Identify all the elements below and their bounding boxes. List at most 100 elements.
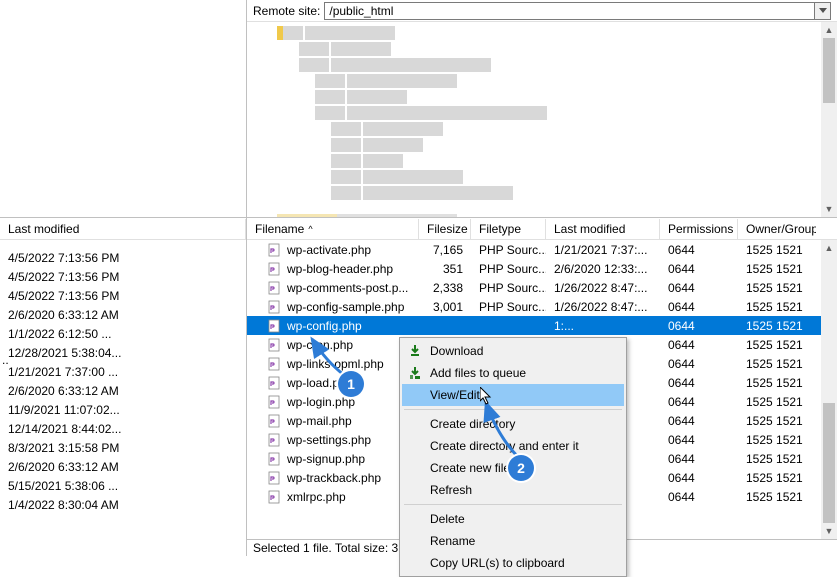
remote-list-header: Filename^ Filesize Filetype Last modifie… bbox=[247, 218, 837, 240]
perm-cell: 0644 bbox=[660, 299, 738, 315]
php-file-icon bbox=[267, 261, 283, 277]
php-file-icon bbox=[267, 413, 283, 429]
menu-item-label: Copy URL(s) to clipboard bbox=[430, 556, 565, 570]
local-list-header[interactable]: Last modified bbox=[0, 218, 246, 240]
type-cell: PHP Sourc... bbox=[471, 280, 546, 296]
list-item[interactable]: 2/6/2020 6:33:12 AM bbox=[0, 381, 246, 400]
own-cell: 1525 1521 bbox=[738, 451, 816, 467]
menu-item-download[interactable]: Download bbox=[402, 340, 624, 362]
size-cell: 2,338 bbox=[419, 280, 471, 296]
menu-item-rename[interactable]: Rename bbox=[402, 530, 624, 552]
own-cell: 1525 1521 bbox=[738, 413, 816, 429]
perm-cell: 0644 bbox=[660, 356, 738, 372]
scroll-up-arrow[interactable]: ▲ bbox=[821, 22, 837, 38]
perm-cell: 0644 bbox=[660, 470, 738, 486]
filename-cell: wp-signup.php bbox=[287, 452, 365, 466]
list-item[interactable]: 1/1/2022 6:12:50 ... bbox=[0, 324, 246, 343]
callout-2: 2 bbox=[508, 455, 534, 481]
type-cell: PHP Sourc... bbox=[471, 299, 546, 315]
remote-path-input[interactable]: /public_html bbox=[324, 2, 815, 20]
date-cell: 4/5/2022 7:13:56 PM bbox=[0, 250, 246, 266]
mod-cell: 1/21/2021 7:37:... bbox=[546, 242, 660, 258]
menu-item-label: Refresh bbox=[430, 483, 472, 497]
list-item[interactable]: 12/28/2021 5:38:04... bbox=[0, 343, 246, 362]
col-permissions[interactable]: Permissions bbox=[660, 219, 738, 239]
own-cell: 1525 1521 bbox=[738, 432, 816, 448]
menu-item-label: Add files to queue bbox=[430, 366, 526, 380]
perm-cell: 0644 bbox=[660, 337, 738, 353]
perm-cell: 0644 bbox=[660, 413, 738, 429]
php-file-icon bbox=[267, 375, 283, 391]
type-cell: PHP Sourc... bbox=[471, 261, 546, 277]
list-scrollbar[interactable]: ▲ ▼ bbox=[821, 240, 837, 539]
perm-cell: 0644 bbox=[660, 451, 738, 467]
php-file-icon bbox=[267, 280, 283, 296]
table-row[interactable]: wp-activate.php7,165PHP Sourc...1/21/202… bbox=[247, 240, 837, 259]
list-item[interactable]: 4/5/2022 7:13:56 PM bbox=[0, 267, 246, 286]
php-file-icon bbox=[267, 242, 283, 258]
list-item[interactable]: 12/14/2021 8:44:02... bbox=[0, 419, 246, 438]
own-cell: 1525 1521 bbox=[738, 261, 816, 277]
col-filesize[interactable]: Filesize bbox=[419, 219, 471, 239]
list-item[interactable]: 2/6/2020 6:33:12 AM bbox=[0, 305, 246, 324]
menu-item-delete[interactable]: Delete bbox=[402, 508, 624, 530]
php-file-icon bbox=[267, 318, 283, 334]
filename-cell: wp-activate.php bbox=[287, 243, 371, 257]
col-owner-group[interactable]: Owner/Group bbox=[738, 219, 816, 239]
list-item[interactable]: 4/5/2022 7:13:56 PM bbox=[0, 248, 246, 267]
list-item[interactable]: 2/6/2020 6:33:12 AM bbox=[0, 457, 246, 476]
list-item[interactable]: 11/9/2021 11:07:02... bbox=[0, 400, 246, 419]
filename-cell: wp-mail.php bbox=[287, 414, 352, 428]
list-item[interactable]: 4/5/2022 7:13:56 PM bbox=[0, 286, 246, 305]
perm-cell: 0644 bbox=[660, 261, 738, 277]
local-list-body[interactable]: 4/5/2022 7:13:56 PM4/5/2022 7:13:56 PM4/… bbox=[0, 240, 246, 556]
list-item[interactable]: 1/21/2021 7:37:00 ... bbox=[0, 362, 246, 381]
scroll-up-arrow[interactable]: ▲ bbox=[821, 240, 837, 256]
own-cell: 1525 1521 bbox=[738, 356, 816, 372]
own-cell: 1525 1521 bbox=[738, 470, 816, 486]
remote-tree-area[interactable]: ▲ ▼ bbox=[247, 22, 837, 217]
date-cell: 12/14/2021 8:44:02... bbox=[0, 421, 246, 437]
menu-item-copy-url-s-to-clipboard[interactable]: Copy URL(s) to clipboard bbox=[402, 552, 624, 574]
col-last-modified[interactable]: Last modified bbox=[546, 219, 660, 239]
date-cell: 2/6/2020 6:33:12 AM bbox=[0, 383, 246, 399]
col-filetype[interactable]: Filetype bbox=[471, 219, 546, 239]
php-file-icon bbox=[267, 299, 283, 315]
scroll-down-arrow[interactable]: ▼ bbox=[821, 201, 837, 217]
menu-item-refresh[interactable]: Refresh bbox=[402, 479, 624, 501]
type-cell: PHP Sourc... bbox=[471, 242, 546, 258]
filename-cell: wp-trackback.php bbox=[287, 471, 381, 485]
col-last-modified[interactable]: Last modified bbox=[0, 219, 246, 239]
list-item[interactable]: 5/15/2021 5:38:06 ... bbox=[0, 476, 246, 495]
mod-cell: 1/26/2022 8:47:... bbox=[546, 299, 660, 315]
menu-item-add-files-to-queue[interactable]: Add files to queue bbox=[402, 362, 624, 384]
tree-scrollbar[interactable]: ▲ ▼ bbox=[821, 22, 837, 217]
table-row[interactable]: wp-config-sample.php 3,001PHP Sourc...1/2… bbox=[247, 297, 837, 316]
filename-cell: wp-config-sample.php bbox=[287, 300, 404, 314]
filename-cell: wp-comments-post.p... bbox=[287, 281, 408, 295]
remote-site-bar: Remote site: /public_html bbox=[247, 0, 837, 22]
size-cell: 351 bbox=[419, 261, 471, 277]
scroll-down-arrow[interactable]: ▼ bbox=[821, 523, 837, 539]
perm-cell: 0644 bbox=[660, 489, 738, 505]
date-cell: 1/1/2022 6:12:50 ... bbox=[0, 326, 246, 342]
download-icon bbox=[406, 342, 424, 360]
mod-cell: 1:... bbox=[546, 318, 660, 334]
list-item[interactable]: 1/4/2022 8:30:04 AM bbox=[0, 495, 246, 514]
perm-cell: 0644 bbox=[660, 242, 738, 258]
date-cell: 8/3/2021 3:15:58 PM bbox=[0, 440, 246, 456]
remote-path-dropdown[interactable] bbox=[815, 2, 831, 20]
own-cell: 1525 1521 bbox=[738, 337, 816, 353]
php-file-icon bbox=[267, 432, 283, 448]
table-row[interactable]: wp-comments-post.p...2,338PHP Sourc...1/… bbox=[247, 278, 837, 297]
perm-cell: 0644 bbox=[660, 318, 738, 334]
perm-cell: 0644 bbox=[660, 375, 738, 391]
php-file-icon bbox=[267, 394, 283, 410]
menu-separator bbox=[404, 504, 622, 505]
col-filename[interactable]: Filename^ bbox=[247, 219, 419, 239]
list-item[interactable]: 8/3/2021 3:15:58 PM bbox=[0, 438, 246, 457]
table-row[interactable]: wp-blog-header.php351PHP Sourc...2/6/202… bbox=[247, 259, 837, 278]
size-cell: 3,001 bbox=[419, 299, 471, 315]
date-cell: 2/6/2020 6:33:12 AM bbox=[0, 307, 246, 323]
cursor-icon bbox=[480, 387, 496, 407]
